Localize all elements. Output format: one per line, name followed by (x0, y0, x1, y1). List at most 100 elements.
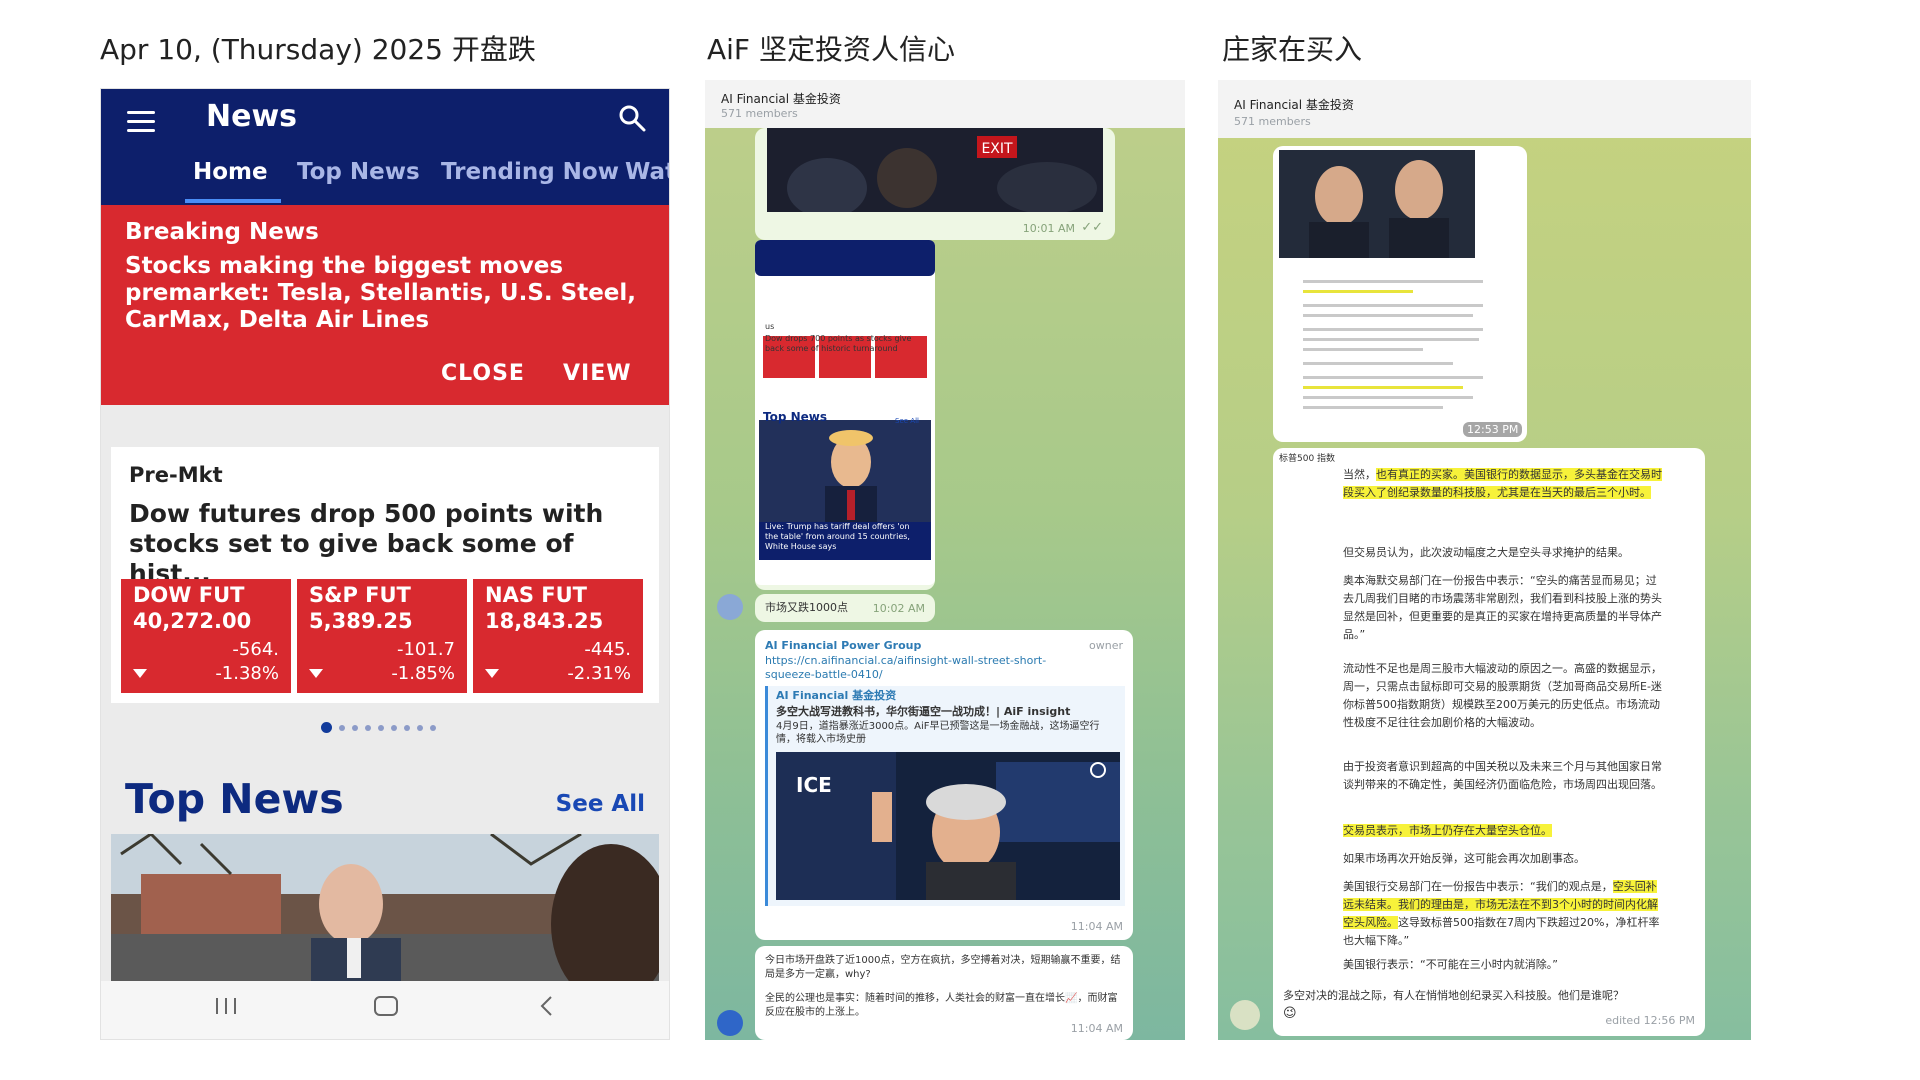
read-check-icon: ✓✓ (1081, 220, 1103, 235)
avatar[interactable] (717, 1010, 743, 1036)
futures-change: -564. (232, 639, 279, 660)
premarket-label: Pre-Mkt (129, 463, 223, 487)
carousel-dot[interactable] (430, 724, 436, 731)
preview-body: 4月9日，道指暴涨近3000点。AiF早已预警这是一场金融战，这场逼空行情，将载… (776, 721, 1100, 745)
home-icon[interactable] (373, 995, 399, 1017)
message-time: 10:02 AM (853, 570, 906, 583)
text-message[interactable]: 市场又跌1000点 10:02 AM (755, 594, 935, 622)
column-title-1: Apr 10, (Thursday) 2025 开盘跌 (100, 33, 536, 66)
message-time: 12:53 PM (1463, 422, 1523, 437)
link-preview[interactable]: AI Financial 基金投资 多空大战写进教科书，华尔街逼空一战功成！| … (765, 686, 1125, 906)
premarket-card[interactable]: Pre-Mkt Dow futures drop 500 points with… (111, 447, 659, 703)
dow-futures-tile[interactable]: DOW FUT 40,272.00 -564. -1.38% (121, 579, 291, 693)
trader-photo[interactable]: ICE (776, 752, 1120, 900)
preview-channel: AI Financial 基金投资 (776, 689, 897, 702)
see-all-link[interactable]: See All (556, 791, 645, 817)
article-paragraph: 美国银行交易部门在一份报告中表示：“我们的观点是，空头回补远未结束。我们的理由是… (1343, 878, 1663, 950)
carousel-dot[interactable] (391, 724, 397, 731)
android-nav-bar (101, 981, 669, 1039)
wink-emoji-icon: 😉 (1283, 1006, 1297, 1021)
carousel-dot[interactable] (404, 724, 410, 731)
app-title: News (206, 99, 298, 134)
chat-header[interactable]: AI Financial 基金投资 571 members (705, 80, 1185, 128)
tab-home[interactable]: Home (193, 159, 268, 185)
tab-bar: Home Top News Trending Now Wat (101, 159, 669, 205)
back-icon[interactable] (537, 995, 557, 1017)
recent-apps-icon[interactable] (213, 995, 239, 1017)
futures-name: NAS FUT (485, 583, 587, 607)
trading-floor-photo[interactable]: EXIT (767, 128, 1103, 212)
carousel-dot[interactable] (378, 724, 384, 731)
message-paragraph: 全民的公理也是事实：随着时间的推移，人类社会的财富一直在增长📈，而财富反应在股市… (765, 993, 1118, 1018)
article-paragraph: 交易员表示，市场上仍存在大量空头仓位。 (1343, 822, 1663, 840)
carousel-dot[interactable] (365, 724, 371, 731)
screenshot-message[interactable]: us Dow drops 700 points as stocks give b… (755, 240, 935, 590)
trader-photo[interactable] (1279, 150, 1475, 258)
active-tab-indicator (185, 199, 281, 203)
mini-see-all: See All (895, 417, 919, 425)
chat-header[interactable]: AI Financial 基金投资 571 members (1218, 80, 1751, 138)
column-title-2: AiF 坚定投资人信心 (707, 33, 955, 66)
carousel-dot[interactable] (417, 724, 423, 731)
mini-caption: Live: Trump has tariff deal offers 'on t… (765, 522, 910, 551)
message-time: 10:02 AM (872, 602, 925, 615)
avatar[interactable] (717, 594, 743, 620)
message-time: 11:04 AM (1070, 1022, 1123, 1035)
footer-text: 多空对决的混战之际，有人在悄悄地创纪录买入科技股。他们是谁呢？ (1283, 989, 1624, 1002)
message-text: 市场又跌1000点 (765, 601, 848, 614)
article-paragraph: 如果市场再次开始反弹，这可能会再次加剧事态。 (1343, 852, 1585, 865)
article-text-preview (1303, 280, 1483, 409)
sender-name: AI Financial Power Group (765, 639, 922, 652)
article-label: 标普500 指数 (1279, 454, 1336, 464)
futures-value: 40,272.00 (133, 609, 252, 633)
carousel-dot[interactable] (352, 724, 358, 731)
tab-trending-now[interactable]: Trending Now (441, 159, 619, 185)
highlighted-text: 也有真正的买家。美国银行的数据显示，多头基金在交易时段买入了创纪录数量的科技股，… (1343, 468, 1662, 499)
close-button[interactable]: CLOSE (441, 361, 525, 386)
menu-icon[interactable] (127, 111, 155, 138)
futures-change: -101.7 (396, 639, 455, 660)
svg-text:EXIT: EXIT (981, 141, 1013, 157)
futures-name: DOW FUT (133, 583, 245, 607)
group-name: AI Financial 基金投资 (1234, 98, 1354, 112)
search-icon[interactable] (617, 103, 647, 133)
photo-message[interactable]: EXIT 10:01 AM ✓✓ (755, 128, 1115, 240)
text-run: 美国银行交易部门在一份报告中表示：“我们的观点是， (1343, 880, 1613, 893)
futures-value: 18,843.25 (485, 609, 604, 633)
top-news-photo[interactable] (111, 834, 659, 984)
tab-watchlist[interactable]: Wat (625, 159, 669, 185)
mini-headline: Dow drops 700 points as stocks give back… (765, 334, 912, 353)
page: Apr 10, (Thursday) 2025 开盘跌 AiF 坚定投资人信心 … (0, 0, 1920, 1080)
mini-section: us (765, 322, 775, 331)
column-title-3: 庄家在买入 (1222, 33, 1363, 66)
news-app-screenshot: News Home Top News Trending Now Wat Brea… (100, 88, 670, 1040)
article-message[interactable]: 标普500 指数 当然，也有真正的买家。美国银行的数据显示，多头基金在交易时段买… (1273, 448, 1705, 1036)
tab-top-news[interactable]: Top News (297, 159, 420, 185)
breaking-news-headline[interactable]: Stocks making the biggest moves premarke… (125, 253, 645, 334)
svg-text:ICE: ICE (796, 773, 832, 797)
app-header: News Home Top News Trending Now Wat (101, 89, 669, 205)
carousel-indicator[interactable] (321, 717, 443, 733)
futures-change: -445. (584, 639, 631, 660)
message-time: 10:01 AM (1022, 222, 1075, 235)
carousel-dot[interactable] (339, 724, 345, 731)
down-arrow-icon (485, 669, 499, 678)
article-paragraph: 奥本海默交易部门在一份报告中表示：“空头的痛苦显而易见；过去几周我们目睹的市场震… (1343, 574, 1662, 641)
article-link[interactable]: https://cn.aifinancial.ca/aifinsight-wal… (765, 654, 1085, 682)
text-run: 当然， (1343, 468, 1376, 481)
group-name: AI Financial 基金投资 (721, 92, 841, 106)
down-arrow-icon (309, 669, 323, 678)
view-button[interactable]: VIEW (563, 361, 632, 386)
futures-value: 5,389.25 (309, 609, 413, 633)
carousel-dot[interactable] (321, 722, 332, 733)
text-message[interactable]: 今日市场开盘跌了近1000点，空方在疯抗，多空搏着对决，短期输赢不重要，结局是多… (755, 946, 1133, 1040)
forwarded-message[interactable]: AI Financial Power Group owner https://c… (755, 630, 1133, 940)
avatar[interactable] (1230, 1000, 1260, 1030)
nasdaq-futures-tile[interactable]: NAS FUT 18,843.25 -445. -2.31% (473, 579, 643, 693)
sp-futures-tile[interactable]: S&P FUT 5,389.25 -101.7 -1.85% (297, 579, 467, 693)
sender-role: owner (1089, 639, 1123, 652)
down-arrow-icon (133, 669, 147, 678)
futures-percent: -2.31% (567, 663, 631, 684)
premarket-headline[interactable]: Dow futures drop 500 points with stocks … (129, 499, 649, 589)
image-message[interactable]: 12:53 PM (1273, 146, 1527, 442)
